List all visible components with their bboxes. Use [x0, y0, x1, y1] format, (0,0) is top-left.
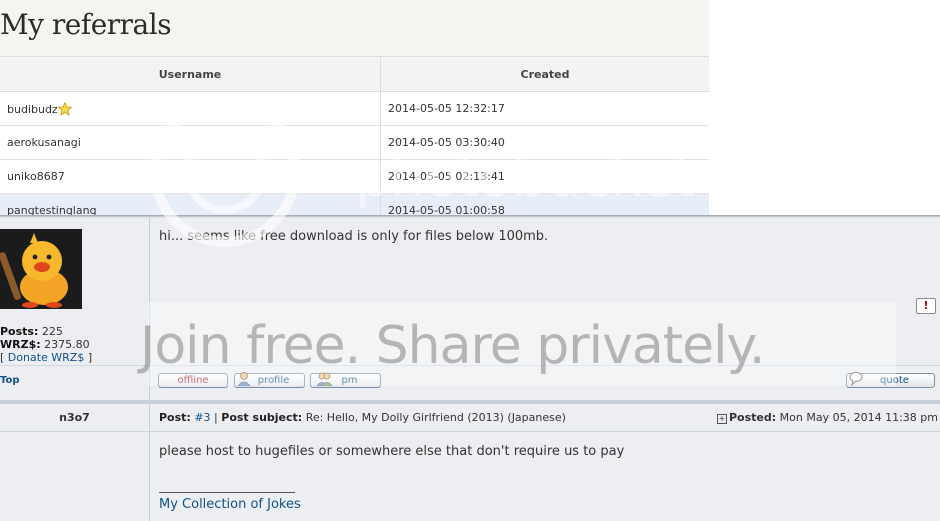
posts-count: 225	[41, 325, 63, 338]
username-cell: uniko8687	[0, 159, 381, 194]
post-body: hi... seems like free download is only f…	[159, 229, 549, 244]
post-number-link[interactable]: #3	[194, 411, 210, 424]
profile-label: profile	[257, 375, 290, 386]
created-cell: 2014-05-05 12:32:17	[380, 91, 709, 126]
referrals-table: Username Created budibudz 2014-05-05 12:…	[0, 56, 709, 215]
created-cell: 2014-05-05 02:13:41	[380, 159, 709, 194]
posted-label: Posted:	[729, 411, 777, 424]
duck-avatar-icon	[0, 229, 82, 309]
referrals-panel: My referrals Username Created budibudz 2…	[0, 0, 709, 215]
posts-label: Posts:	[0, 325, 39, 338]
users-icon	[316, 372, 333, 386]
report-icon[interactable]: !	[916, 298, 936, 314]
wrz-label: WRZ$:	[0, 338, 41, 351]
pm-label: pm	[341, 375, 358, 386]
donate-bracket-close: ]	[87, 351, 93, 364]
divider	[0, 365, 940, 366]
table-row[interactable]: budibudz 2014-05-05 12:32:17	[0, 91, 709, 126]
post-body: please host to hugefiles or somewhere el…	[159, 444, 625, 459]
user-stats: Posts: 225 WRZ$: 2375.80 [ Donate WRZ$ ]	[0, 325, 92, 364]
posted-date: Mon May 05, 2014 11:38 pm	[779, 411, 938, 424]
profile-button[interactable]: profile	[234, 372, 305, 388]
table-row[interactable]: pangtestinglang 2014-05-05 01:00:58	[0, 193, 709, 215]
quote-button[interactable]: quote	[846, 372, 935, 388]
username-cell: aerokusanagi	[0, 125, 381, 160]
created-cell: 2014-05-05 01:00:58	[380, 193, 709, 215]
forum-thread: Posts: 225 WRZ$: 2375.80 [ Donate WRZ$ ]…	[0, 215, 940, 521]
user-icon	[237, 372, 251, 386]
created-cell: 2014-05-05 03:30:40	[380, 125, 709, 160]
page-title: My referrals	[0, 8, 172, 41]
post-header: n3o7 Post: #3 | Post subject: Re: Hello,…	[0, 404, 940, 432]
column-header-created[interactable]: Created	[380, 56, 709, 92]
post-link-icon[interactable]: +	[717, 414, 727, 424]
table-row[interactable]: uniko8687 2014-05-05 02:13:41	[0, 159, 709, 194]
offline-status-button[interactable]: offline	[158, 373, 228, 388]
username: budibudz	[7, 102, 58, 116]
wrz-balance: 2375.80	[44, 338, 90, 351]
subject-label: Post subject:	[221, 411, 303, 424]
table-header-row: Username Created	[0, 56, 709, 92]
meta-separator: |	[214, 411, 218, 424]
signature-link[interactable]: My Collection of Jokes	[159, 497, 301, 512]
post-label: Post:	[159, 411, 191, 424]
avatar[interactable]	[0, 229, 82, 309]
posted-info: + Posted: Mon May 05, 2014 11:38 pm	[717, 411, 938, 424]
offline-label: offline	[177, 375, 209, 386]
column-header-username[interactable]: Username	[0, 56, 381, 92]
pm-button[interactable]: pm	[310, 372, 381, 388]
post-meta: Post: #3 | Post subject: Re: Hello, My D…	[159, 411, 566, 424]
donate-link[interactable]: Donate WRZ$	[8, 351, 85, 364]
post-author[interactable]: n3o7	[0, 411, 149, 424]
post-subject: Re: Hello, My Dolly Girlfriend (2013) (J…	[305, 411, 566, 424]
screenshot-seam	[0, 215, 940, 218]
star-icon	[57, 101, 72, 116]
quote-icon	[849, 372, 863, 386]
username-cell: budibudz	[0, 91, 381, 126]
username-cell: pangtestinglang	[0, 193, 381, 215]
table-row[interactable]: aerokusanagi 2014-05-05 03:30:40	[0, 125, 709, 160]
quote-label: quote	[880, 375, 909, 386]
top-link[interactable]: Top	[0, 375, 20, 386]
signature-divider	[159, 492, 295, 493]
post-column-divider	[149, 218, 150, 521]
donate-bracket-open: [	[0, 351, 5, 364]
